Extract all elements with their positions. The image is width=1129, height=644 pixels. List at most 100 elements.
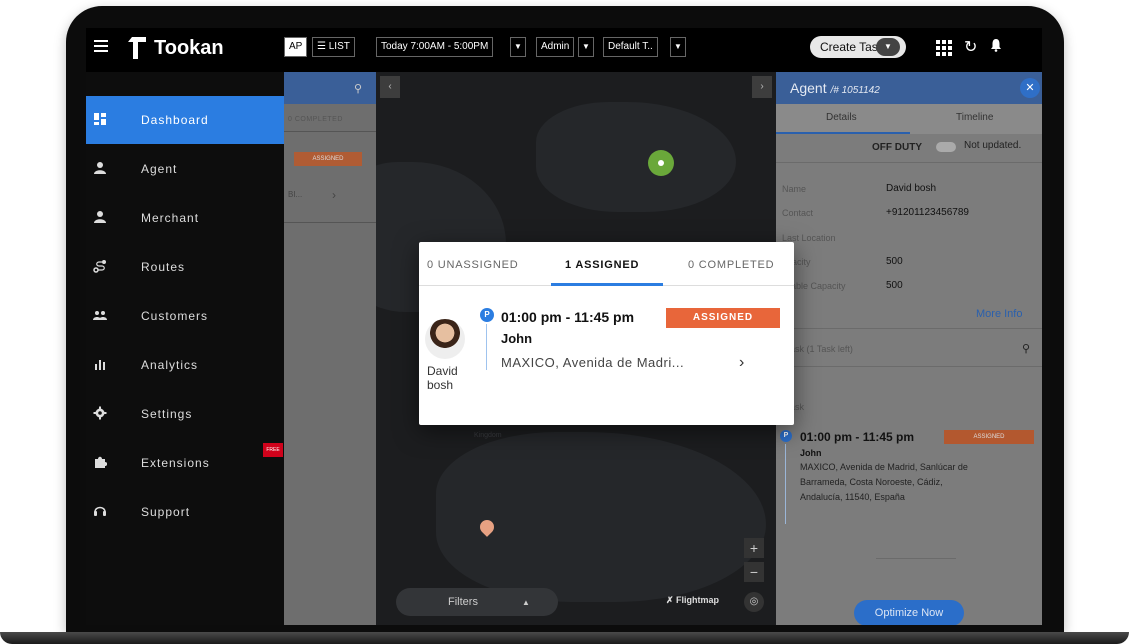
- analytics-icon: [95, 360, 105, 370]
- template-filter-select[interactable]: Default T..: [603, 37, 658, 57]
- pickup-marker-icon: P: [480, 308, 494, 322]
- settings-icon: [93, 406, 107, 420]
- tookan-logo-icon: [126, 37, 146, 59]
- date-range-select[interactable]: Today 7:00AM - 5:00PM: [376, 37, 494, 57]
- task-timeline-line: [785, 444, 786, 524]
- sidebar-item-extensions[interactable]: Extensions: [86, 439, 284, 487]
- agent-id: /# 1051142: [830, 85, 880, 96]
- sidebar-item-dashboard[interactable]: Dashboard: [86, 96, 284, 144]
- task-summary-popup: 0 UNASSIGNED 1 ASSIGNED 0 COMPLETED Davi…: [419, 242, 794, 425]
- task-search-input[interactable]: ask (1 Task left): [790, 344, 853, 354]
- brand-name: Tookan: [154, 37, 224, 59]
- sidebar-item-routes[interactable]: Routes: [86, 243, 284, 291]
- duty-status: OFF DUTY: [872, 142, 922, 153]
- tab-unassigned[interactable]: 0 UNASSIGNED: [427, 259, 519, 271]
- task-time[interactable]: 01:00 pm - 11:45 pm: [800, 430, 914, 444]
- team-filter-select[interactable]: Admin: [536, 37, 575, 57]
- sidebar-item-label: Merchant: [141, 211, 200, 225]
- zoom-out-button[interactable]: −: [744, 562, 764, 582]
- refresh-icon[interactable]: ↻: [964, 37, 977, 57]
- search-icon[interactable]: ⚲: [1022, 342, 1030, 355]
- collapse-left-chevron-icon[interactable]: ‹: [380, 76, 400, 98]
- task-address: MAXICO, Avenida de Madri...: [501, 355, 685, 370]
- tab-assigned[interactable]: 1 ASSIGNED: [565, 259, 639, 271]
- locate-me-icon[interactable]: ◎: [744, 592, 764, 612]
- status-badge: ASSIGNED: [944, 430, 1034, 444]
- active-tab-indicator: [776, 132, 910, 134]
- flightmap-attribution: ✗ Flightmap: [666, 595, 719, 606]
- map-country-label: Kingdom: [474, 432, 502, 439]
- agent-panel-title: Agent /# 1051142: [790, 80, 880, 96]
- list-view-toggle[interactable]: ☰ LIST: [312, 37, 355, 57]
- map-landmass: [536, 102, 736, 212]
- agent-icon: [94, 162, 106, 174]
- sidebar-item-merchant[interactable]: Merchant: [86, 194, 284, 242]
- task-customer: John: [501, 331, 533, 346]
- filters-chevron-up-icon[interactable]: ▲: [522, 598, 530, 607]
- field-key: Contact: [782, 208, 814, 218]
- agent-details-panel: Agent /# 1051142 ✕ Details Timeline OFF …: [776, 72, 1042, 625]
- date-range-chevron-down-icon[interactable]: ▼: [510, 37, 526, 57]
- routes-icon: [93, 260, 106, 273]
- extensions-icon: [95, 456, 107, 468]
- status-badge: ASSIGNED: [294, 152, 362, 166]
- task-list-header: [284, 72, 376, 104]
- divider: [284, 222, 376, 223]
- apps-grid-icon[interactable]: [936, 40, 952, 56]
- support-icon: [94, 506, 106, 516]
- optimize-now-button[interactable]: Optimize Now: [854, 600, 964, 625]
- completed-tab[interactable]: 0 COMPLETED: [288, 116, 343, 123]
- create-task-chevron-down-icon[interactable]: ▼: [876, 38, 900, 56]
- sidebar-item-label: Support: [141, 505, 191, 519]
- tab-completed[interactable]: 0 COMPLETED: [688, 259, 774, 271]
- template-filter-chevron-down-icon[interactable]: ▼: [670, 37, 686, 57]
- task-row-text[interactable]: BI...: [288, 190, 302, 199]
- filters-button[interactable]: Filters: [396, 588, 558, 616]
- chevron-right-icon[interactable]: ›: [739, 354, 744, 372]
- field-key: Name: [782, 184, 807, 194]
- sidebar-item-agent[interactable]: Agent: [86, 145, 284, 193]
- divider: [776, 162, 1042, 163]
- status-badge: ASSIGNED: [666, 308, 780, 328]
- agent-location-marker[interactable]: [648, 150, 674, 176]
- app-screen: Tookan AP ☰ LIST Today 7:00AM - 5:00PM ▼…: [86, 28, 1042, 625]
- field-value: 500: [886, 256, 903, 267]
- sidebar-item-label: Settings: [141, 407, 193, 421]
- merchant-icon: [94, 211, 106, 223]
- task-timeline-line: [486, 324, 487, 370]
- task-customer: John: [800, 448, 822, 458]
- sidebar-item-label: Agent: [141, 162, 178, 176]
- tab-details[interactable]: Details: [826, 112, 857, 123]
- collapse-right-chevron-icon[interactable]: ›: [752, 76, 772, 98]
- team-filter-chevron-down-icon[interactable]: ▼: [578, 37, 594, 57]
- notification-bell-icon[interactable]: [990, 38, 1002, 52]
- zoom-in-button[interactable]: +: [744, 538, 764, 558]
- update-status: Not updated.: [964, 140, 1022, 151]
- divider: [284, 131, 376, 132]
- more-info-link[interactable]: More Info: [976, 308, 1022, 320]
- sidebar-item-analytics[interactable]: Analytics: [86, 341, 284, 389]
- divider: [876, 558, 956, 559]
- active-tab-indicator: [551, 283, 663, 286]
- map-view-toggle[interactable]: AP: [284, 37, 308, 57]
- sidebar-item-label: Customers: [141, 309, 209, 323]
- field-value: +91201123456789: [886, 207, 969, 218]
- divider: [776, 328, 1042, 329]
- duty-toggle[interactable]: [936, 142, 956, 152]
- field-value: David bosh: [886, 183, 937, 194]
- customers-icon: [93, 311, 107, 320]
- search-icon[interactable]: ⚲: [354, 82, 362, 95]
- agent-name: David bosh: [427, 364, 458, 392]
- sidebar-item-settings[interactable]: Settings: [86, 390, 284, 438]
- sidebar-item-support[interactable]: Support: [86, 488, 284, 536]
- map-landmass: [436, 432, 766, 602]
- tab-timeline[interactable]: Timeline: [956, 112, 993, 123]
- agent-panel-tabs: [776, 104, 1042, 134]
- close-icon[interactable]: ✕: [1020, 78, 1040, 98]
- chevron-right-icon[interactable]: ›: [332, 188, 336, 202]
- field-value: 500: [886, 280, 903, 291]
- hamburger-menu-icon[interactable]: [94, 40, 108, 52]
- task-time[interactable]: 01:00 pm - 11:45 pm: [501, 309, 634, 325]
- agent-title-label: Agent: [790, 80, 827, 96]
- sidebar-item-customers[interactable]: Customers: [86, 292, 284, 340]
